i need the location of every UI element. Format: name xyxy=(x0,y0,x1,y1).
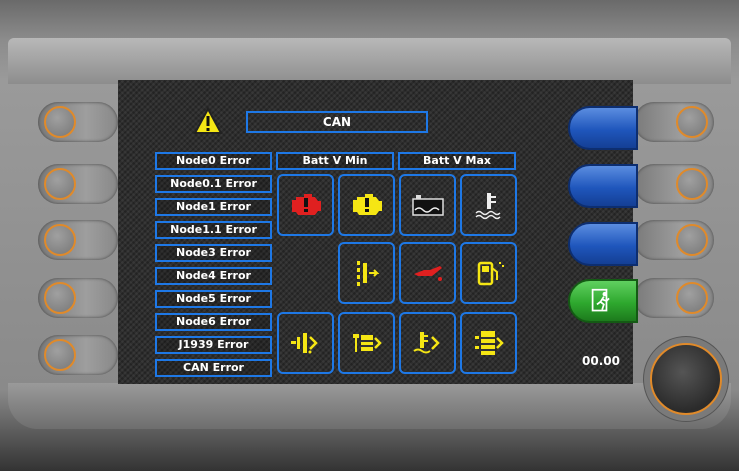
error-label-node3: Node3 Error xyxy=(155,244,272,262)
error-label-node1: Node1 Error xyxy=(155,198,272,216)
hydraulic-filter-icon xyxy=(460,312,517,374)
button-ring-icon xyxy=(676,106,708,138)
left-hw-button-2[interactable] xyxy=(38,164,118,204)
battery-level-icon xyxy=(399,174,456,236)
button-ring-icon xyxy=(44,339,76,371)
fuel-level-icon xyxy=(460,242,517,304)
error-label-node5: Node5 Error xyxy=(155,290,272,308)
warning-triangle-icon xyxy=(193,106,223,135)
rotary-knob[interactable] xyxy=(650,343,722,415)
coolant-temp-icon xyxy=(460,174,517,236)
softkey-1[interactable] xyxy=(568,106,638,150)
engine-fault-red-icon xyxy=(277,174,334,236)
bezel-bottom xyxy=(8,383,731,429)
batt-v-max-label: Batt V Max xyxy=(398,152,516,170)
batt-v-min-label: Batt V Min xyxy=(276,152,394,170)
error-label-node1-1: Node1.1 Error xyxy=(155,221,272,239)
error-label-node4: Node4 Error xyxy=(155,267,272,285)
right-hw-button-4[interactable] xyxy=(634,278,714,318)
status-title: CAN xyxy=(246,111,428,133)
bezel-top xyxy=(8,38,731,84)
service-filter-icon xyxy=(338,312,395,374)
error-label-can: CAN Error xyxy=(155,359,272,377)
exit-softkey[interactable] xyxy=(568,279,638,323)
value-readout: 00.00 xyxy=(582,354,620,368)
error-label-j1939: J1939 Error xyxy=(155,336,272,354)
left-hw-button-5[interactable] xyxy=(38,335,118,375)
oil-pressure-icon xyxy=(399,242,456,304)
left-hw-button-1[interactable] xyxy=(38,102,118,142)
transmission-filter-icon xyxy=(338,242,395,304)
right-hw-button-2[interactable] xyxy=(634,164,714,204)
softkey-3[interactable] xyxy=(568,222,638,266)
button-ring-icon xyxy=(676,168,708,200)
fluid-filter-icon xyxy=(277,312,334,374)
button-ring-icon xyxy=(44,168,76,200)
error-label-node0-1: Node0.1 Error xyxy=(155,175,272,193)
right-hw-button-1[interactable] xyxy=(634,102,714,142)
button-ring-icon xyxy=(44,224,76,256)
left-hw-button-3[interactable] xyxy=(38,220,118,260)
button-ring-icon xyxy=(44,106,76,138)
error-label-node6: Node6 Error xyxy=(155,313,272,331)
transmission-temp-icon xyxy=(399,312,456,374)
left-hw-button-4[interactable] xyxy=(38,278,118,318)
button-ring-icon xyxy=(676,224,708,256)
softkey-2[interactable] xyxy=(568,164,638,208)
exit-icon xyxy=(591,288,610,312)
error-label-node0: Node0 Error xyxy=(155,152,272,170)
engine-fault-yellow-icon xyxy=(338,174,395,236)
button-ring-icon xyxy=(676,282,708,314)
button-ring-icon xyxy=(44,282,76,314)
right-hw-button-3[interactable] xyxy=(634,220,714,260)
